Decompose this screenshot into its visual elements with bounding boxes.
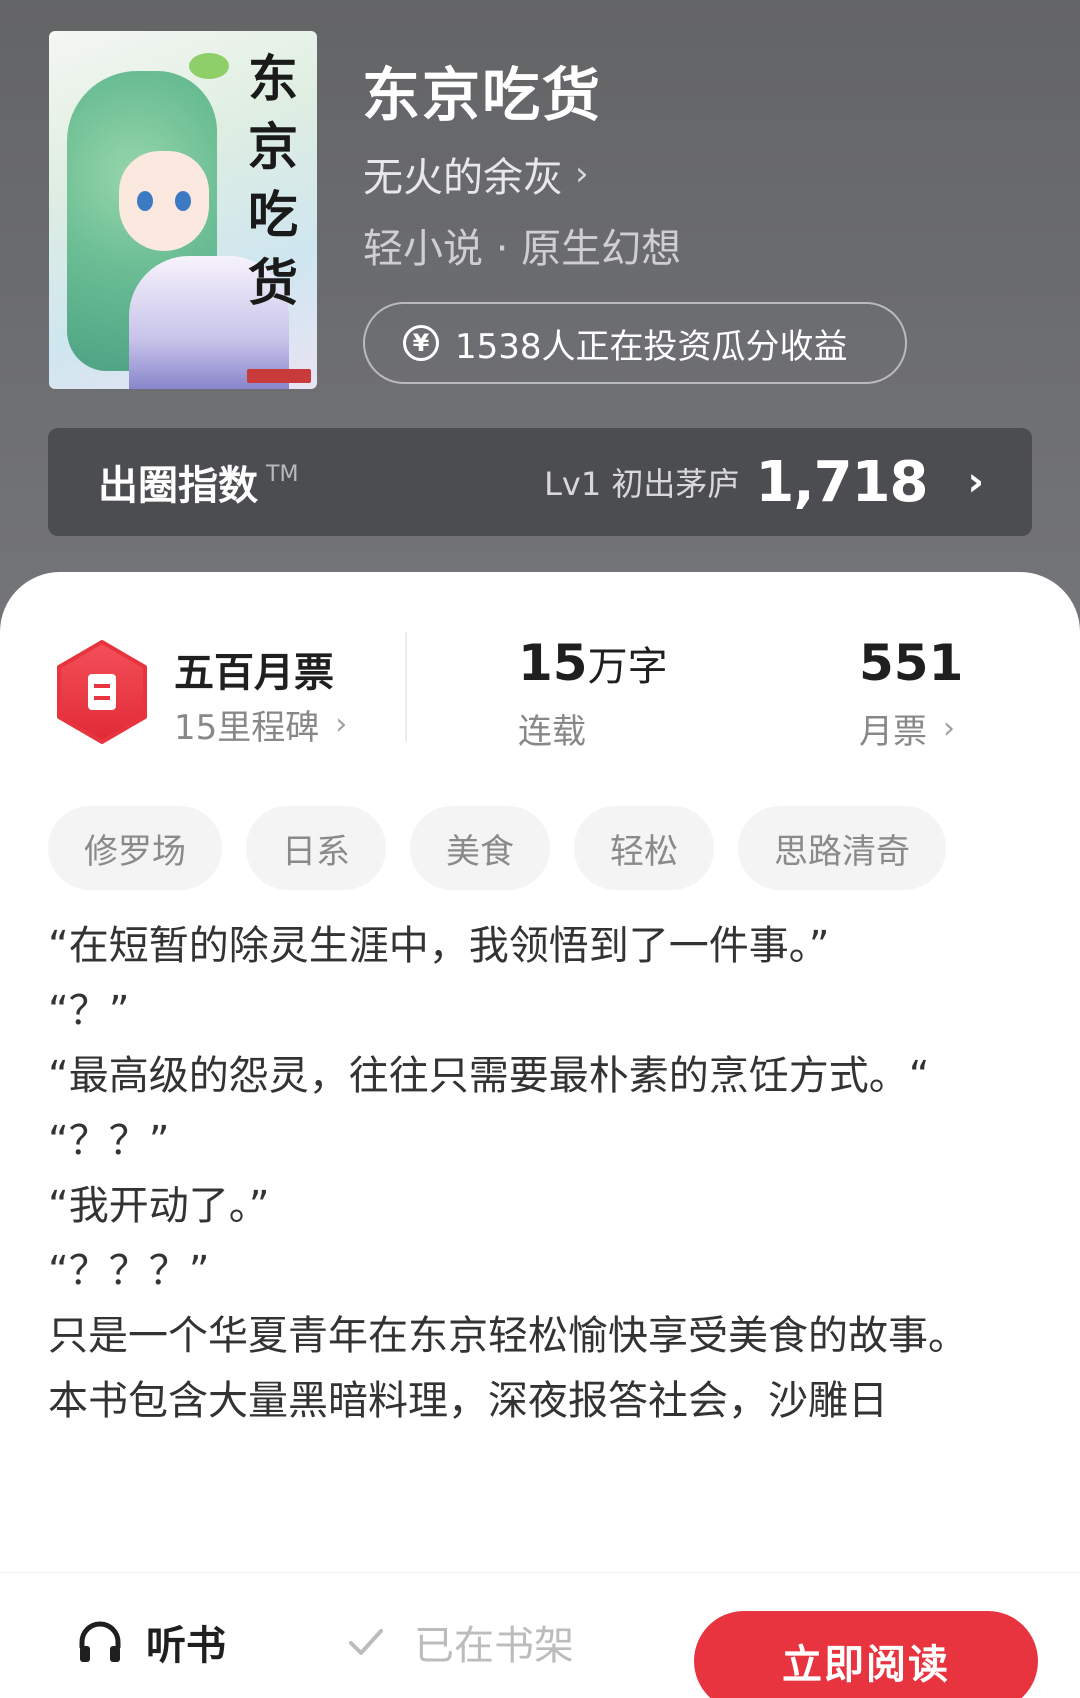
index-level: Lv1 初出茅庐: [544, 465, 740, 503]
invest-button[interactable]: ¥ 1538人正在投资瓜分收益: [363, 302, 907, 384]
book-cover[interactable]: 东京吃货: [49, 31, 317, 389]
milestone-link[interactable]: 15里程碑 ›: [174, 700, 347, 749]
listen-label: 听书: [146, 1623, 226, 1669]
author-link[interactable]: 无火的余灰 ›: [363, 145, 589, 203]
cover-frog: [189, 53, 229, 79]
book-category: 轻小说 · 原生幻想: [363, 226, 682, 272]
bookshelf-status[interactable]: 已在书架: [346, 1613, 574, 1671]
cover-face: [119, 151, 209, 251]
author-name: 无火的余灰: [363, 155, 563, 201]
headphone-icon: [79, 1621, 121, 1662]
index-label: 出圈指数: [98, 463, 258, 509]
word-count: 15万字: [518, 634, 668, 692]
stats-divider: [405, 632, 407, 742]
book-synopsis[interactable]: “在短暂的除灵生涯中，我领悟到了一件事。” “？” “最高级的怨灵，往往只需要最…: [48, 914, 1008, 1564]
word-count-unit: 万字: [587, 644, 668, 690]
chevron-right-icon: ›: [575, 154, 589, 194]
bottom-action-bar: 听书 已在书架 立即阅读: [0, 1572, 1080, 1698]
serial-status: 连载: [518, 712, 586, 752]
book-header: 东京吃货 东京吃货 无火的余灰 › 轻小说 · 原生幻想 ¥ 1538人正在投资…: [0, 0, 1080, 640]
check-icon: [349, 1629, 383, 1655]
tag-chip[interactable]: 日系: [246, 806, 386, 890]
monthly-ticket-title: 五百月票: [174, 650, 334, 696]
tag-chip[interactable]: 美食: [410, 806, 550, 890]
milestone-text: 15里程碑: [174, 708, 320, 748]
cover-eye: [137, 191, 153, 211]
cover-eye: [175, 191, 191, 211]
cover-stamp: [247, 369, 311, 383]
ticket-count: 551: [859, 634, 964, 692]
monthly-ticket-link[interactable]: 月票 ›: [859, 704, 955, 753]
ticket-hexagon-icon: [57, 640, 147, 744]
index-summary: Lv1 初出茅庐 1,718 ›: [544, 450, 984, 515]
tag-chip[interactable]: 思路清奇: [738, 806, 946, 890]
word-count-number: 15: [518, 634, 588, 692]
ticket-label: 月票: [859, 712, 927, 752]
yen-circle-icon: ¥: [403, 325, 439, 361]
book-detail-card: 五百月票 15里程碑 › 15万字 连载 551 月票 › 修罗场 日系 美食 …: [0, 572, 1080, 1698]
invest-text: 1538人正在投资瓜分收益: [455, 326, 848, 367]
tag-list: 修罗场 日系 美食 轻松 思路清奇: [48, 806, 946, 890]
listen-button[interactable]: 听书: [76, 1613, 226, 1671]
index-trademark: TM: [266, 461, 299, 487]
chevron-right-icon: ›: [335, 707, 348, 742]
tag-chip[interactable]: 修罗场: [48, 806, 222, 890]
book-title: 东京吃货: [362, 61, 603, 129]
chevron-right-icon: ›: [943, 711, 955, 746]
chevron-right-icon: ›: [967, 459, 984, 505]
read-now-button[interactable]: 立即阅读: [694, 1611, 1038, 1698]
popularity-index-bar[interactable]: 出圈指数 TM Lv1 初出茅庐 1,718 ›: [48, 428, 1032, 536]
index-value: 1,718: [755, 449, 928, 515]
tag-chip[interactable]: 轻松: [574, 806, 714, 890]
shelf-label: 已在书架: [414, 1623, 574, 1669]
cover-title: 东京吃货: [248, 49, 298, 312]
